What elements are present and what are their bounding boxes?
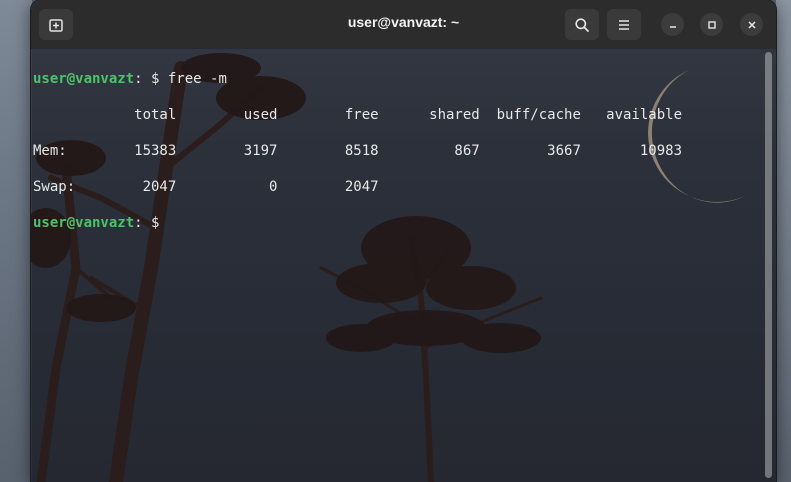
maximize-icon (707, 20, 716, 29)
wallpaper-right-edge (776, 0, 791, 482)
command-line: user@vanvazt: $ free -m (33, 70, 682, 88)
output-header-row: total used free shared buff/cache availa… (33, 107, 683, 123)
output-mem-row: Mem: 15383 3197 8518 867 3667 10983 (33, 143, 683, 159)
terminal-window: user@vanvazt: ~ user@vanvazt: $ free -m … (31, 0, 776, 482)
desktop-background: user@vanvazt: ~ user@vanvazt: $ free -m … (0, 0, 791, 482)
maximize-button[interactable] (700, 13, 723, 36)
command-text: free -m (167, 71, 227, 87)
search-button[interactable] (565, 9, 599, 40)
close-icon (747, 20, 756, 29)
minimize-icon (669, 25, 676, 28)
wallpaper-left-edge (0, 0, 32, 482)
search-icon (575, 17, 589, 32)
close-button[interactable] (740, 13, 763, 36)
header-bar: user@vanvazt: ~ (31, 0, 776, 49)
terminal-area[interactable]: user@vanvazt: $ free -m total used free … (31, 48, 776, 482)
terminal-output: user@vanvazt: $ free -m total used free … (33, 52, 682, 268)
minimize-button[interactable] (661, 13, 684, 36)
menu-button[interactable] (607, 9, 641, 40)
prompt-user-host: user@vanvazt (33, 71, 135, 87)
output-swap-row: Swap: 2047 0 2047 (33, 179, 379, 195)
current-prompt-line: user@vanvazt: $ (33, 214, 682, 232)
prompt-user-host: user@vanvazt (33, 215, 135, 231)
prompt-separator: : $ (134, 71, 168, 87)
scrollbar[interactable] (765, 52, 772, 478)
prompt-separator: : $ (134, 215, 168, 231)
hamburger-menu-icon (619, 19, 629, 30)
